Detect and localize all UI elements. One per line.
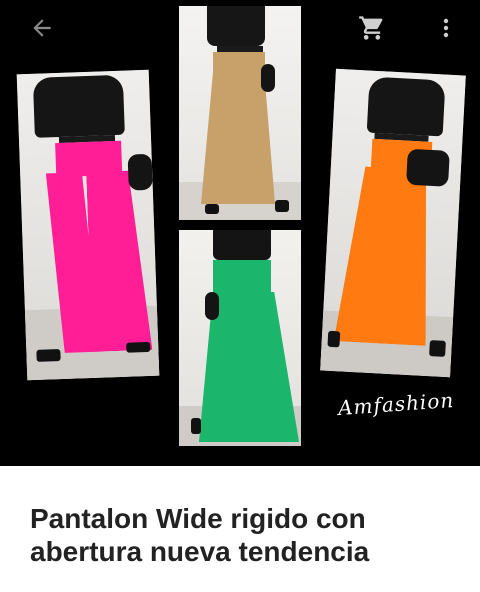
photo-pink-pants xyxy=(16,69,160,381)
app-toolbar xyxy=(0,0,480,56)
photo-orange-pants xyxy=(320,68,466,378)
more-options-button[interactable] xyxy=(426,8,466,48)
back-button[interactable] xyxy=(22,8,62,48)
cart-button[interactable] xyxy=(352,8,392,48)
product-image-collage[interactable]: Amfashion xyxy=(0,0,480,466)
arrow-left-icon xyxy=(33,19,51,37)
photo-green-pants xyxy=(179,230,301,446)
more-vertical-icon xyxy=(443,18,449,38)
product-title: Pantalon Wide rigido con abertura nueva … xyxy=(30,503,370,567)
shopping-cart-icon xyxy=(359,16,383,40)
brand-signature: Amfashion xyxy=(337,387,455,421)
